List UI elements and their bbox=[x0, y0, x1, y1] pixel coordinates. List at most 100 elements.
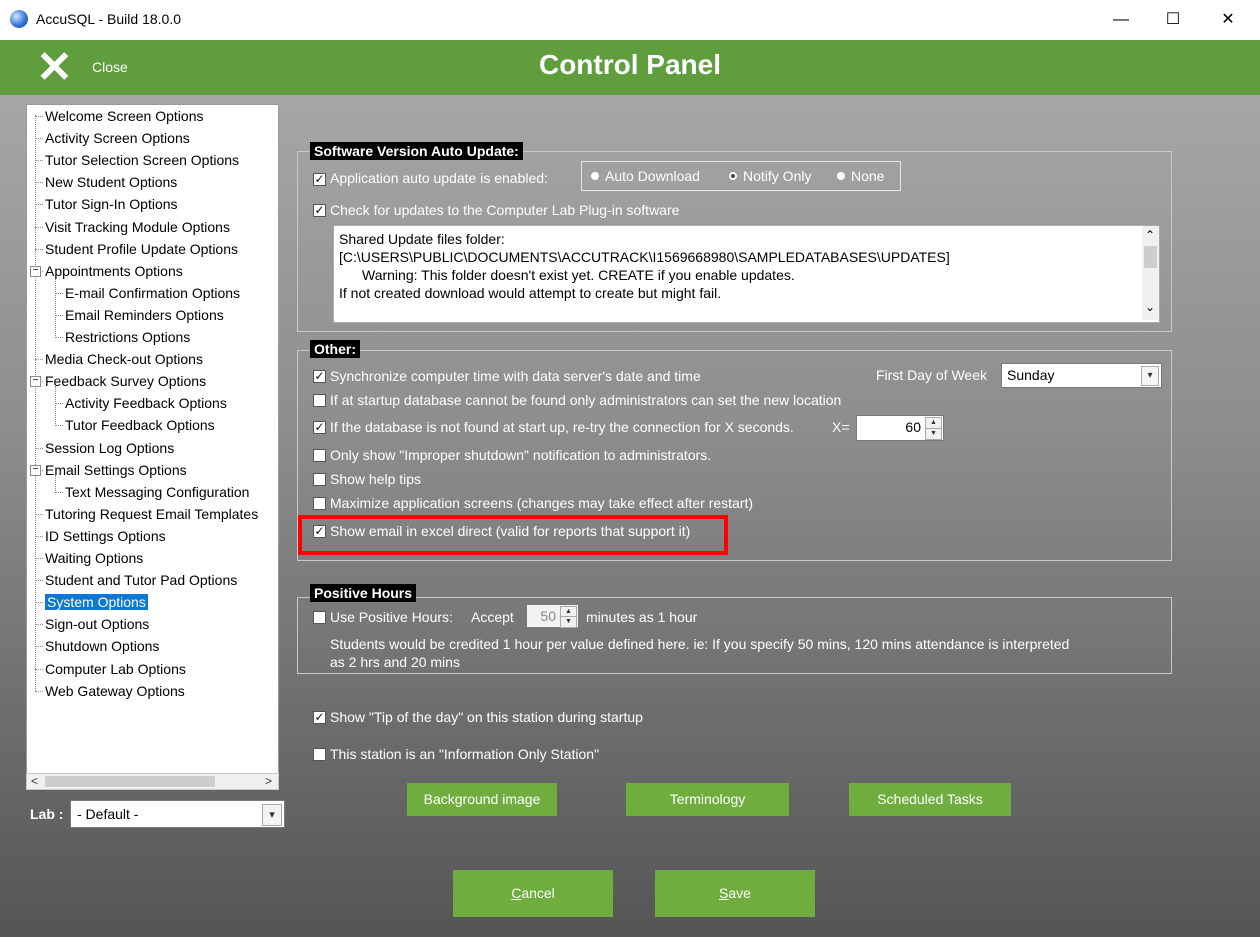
red-highlight-box bbox=[298, 515, 728, 555]
tree-item[interactable]: System Options bbox=[45, 592, 148, 612]
tree-item[interactable]: Tutoring Request Email Templates bbox=[45, 504, 258, 524]
notes-vertical-scrollbar[interactable]: ⌃ ⌄ bbox=[1142, 226, 1159, 320]
tree-item-label: Feedback Survey Options bbox=[45, 373, 207, 390]
tip-of-day-checkbox[interactable]: ✓ bbox=[313, 711, 326, 724]
tree-item[interactable]: Media Check-out Options bbox=[45, 349, 203, 369]
tree-item[interactable]: ID Settings Options bbox=[45, 526, 166, 546]
background-image-button[interactable]: Background image bbox=[407, 783, 557, 816]
maximize-button[interactable]: ☐ bbox=[1150, 0, 1196, 40]
positive-hours-desc: as 2 hrs and 20 mins bbox=[330, 654, 460, 670]
spin-down-icon[interactable]: ▼ bbox=[560, 616, 577, 628]
other-legend: Other: bbox=[310, 340, 360, 358]
window-titlebar: AccuSQL - Build 18.0.0 — ☐ ✕ bbox=[0, 0, 1260, 40]
use-positive-hours-checkbox[interactable] bbox=[313, 611, 326, 624]
tree-item[interactable]: Session Log Options bbox=[45, 438, 174, 458]
tree-connector bbox=[35, 115, 36, 691]
tree-item-label: ID Settings Options bbox=[45, 527, 166, 544]
tree-item-label: Student and Tutor Pad Options bbox=[45, 572, 238, 589]
maximize-screens-checkbox[interactable] bbox=[313, 497, 326, 510]
tree-item[interactable]: Visit Tracking Module Options bbox=[45, 217, 230, 237]
tree-item-label: Text Messaging Configuration bbox=[65, 483, 250, 500]
scroll-left-icon[interactable]: < bbox=[31, 774, 38, 789]
terminology-button[interactable]: Terminology bbox=[626, 783, 789, 816]
help-tips-label: Show help tips bbox=[330, 471, 422, 487]
tree-item-label: Welcome Screen Options bbox=[45, 108, 204, 124]
minimize-button[interactable]: — bbox=[1098, 0, 1144, 40]
admin-only-checkbox[interactable] bbox=[313, 394, 326, 407]
tree-connector bbox=[35, 690, 43, 692]
tree-item[interactable]: Activity Feedback Options bbox=[65, 393, 227, 413]
auto-update-checkbox[interactable]: ✓ bbox=[313, 173, 326, 186]
tree-item[interactable]: Computer Lab Options bbox=[45, 659, 186, 679]
scrollbar-thumb[interactable] bbox=[1144, 246, 1157, 268]
tree-item-label: Sign-out Options bbox=[45, 616, 150, 633]
app-icon bbox=[10, 10, 28, 28]
scroll-right-icon[interactable]: > bbox=[265, 774, 272, 789]
tree-item-label: Tutor Feedback Options bbox=[65, 417, 215, 434]
first-day-select[interactable]: Sunday ▾ bbox=[1001, 363, 1162, 388]
radio-selected-icon[interactable] bbox=[729, 172, 737, 180]
radio-dot-icon[interactable] bbox=[837, 172, 845, 180]
lab-select[interactable]: - Default - ▾ bbox=[70, 800, 285, 828]
cancel-button[interactable]: Cancel bbox=[453, 870, 613, 917]
cancel-label: ancel bbox=[521, 885, 555, 901]
improper-shutdown-checkbox[interactable] bbox=[313, 449, 326, 462]
radio-notify-only[interactable]: Notify Only bbox=[729, 168, 811, 184]
tree-item[interactable]: Shutdown Options bbox=[45, 636, 159, 656]
lab-select-value: - Default - bbox=[77, 806, 139, 822]
tree-item[interactable]: Feedback Survey Options bbox=[45, 371, 206, 391]
lab-plugin-update-checkbox[interactable]: ✓ bbox=[313, 204, 326, 217]
tree-item[interactable]: Appointments Options bbox=[45, 261, 183, 281]
scroll-up-icon[interactable]: ⌃ bbox=[1145, 228, 1155, 242]
tree-item[interactable]: Activity Screen Options bbox=[45, 128, 190, 148]
tree-item-label: Media Check-out Options bbox=[45, 351, 203, 368]
retry-connection-checkbox[interactable]: ✓ bbox=[313, 421, 326, 434]
tree-item-label: Visit Tracking Module Options bbox=[45, 218, 230, 235]
sync-time-checkbox[interactable]: ✓ bbox=[313, 370, 326, 383]
scrollbar-thumb[interactable] bbox=[45, 776, 215, 787]
window-close-button[interactable]: ✕ bbox=[1205, 0, 1251, 40]
chevron-down-icon[interactable]: ▾ bbox=[1141, 366, 1159, 386]
scroll-down-icon[interactable]: ⌄ bbox=[1145, 300, 1155, 314]
tree-item[interactable]: Web Gateway Options bbox=[45, 681, 185, 701]
tree-item[interactable]: Email Settings Options bbox=[45, 460, 187, 480]
tree-item-label: New Student Options bbox=[45, 174, 178, 191]
radio-label: None bbox=[851, 168, 885, 184]
tree-item[interactable]: Welcome Screen Options bbox=[45, 106, 203, 126]
tree-item[interactable]: Restrictions Options bbox=[65, 327, 190, 347]
accept-minutes-spinner[interactable]: 50 ▲ ▼ bbox=[526, 604, 579, 628]
tree-item[interactable]: Sign-out Options bbox=[45, 614, 149, 634]
chevron-down-icon[interactable]: ▾ bbox=[262, 804, 282, 826]
tree-item[interactable]: Student and Tutor Pad Options bbox=[45, 570, 237, 590]
tree-item[interactable]: Student Profile Update Options bbox=[45, 239, 238, 259]
tree-connector bbox=[55, 292, 63, 294]
tree-connector bbox=[35, 248, 43, 250]
save-button[interactable]: Save bbox=[655, 870, 815, 917]
radio-dot-icon[interactable] bbox=[591, 172, 599, 180]
scheduled-tasks-button[interactable]: Scheduled Tasks bbox=[849, 783, 1011, 816]
info-station-checkbox[interactable] bbox=[313, 748, 326, 761]
tree-item[interactable]: Email Reminders Options bbox=[65, 305, 224, 325]
radio-auto-download[interactable]: Auto Download bbox=[591, 168, 700, 184]
tree-connector bbox=[55, 337, 63, 338]
tree-item[interactable]: Text Messaging Configuration bbox=[65, 482, 249, 502]
tree-item[interactable]: New Student Options bbox=[45, 172, 177, 192]
tree-item[interactable]: Tutor Sign-In Options bbox=[45, 194, 178, 214]
tree-item[interactable]: Tutor Selection Screen Options bbox=[45, 150, 239, 170]
radio-none[interactable]: None bbox=[837, 168, 884, 184]
tree-item[interactable]: Tutor Feedback Options bbox=[65, 415, 215, 435]
collapse-icon[interactable]: − bbox=[30, 376, 41, 388]
tree-horizontal-scrollbar[interactable]: < > bbox=[26, 773, 279, 790]
collapse-icon[interactable]: − bbox=[30, 265, 41, 277]
update-notes-textbox[interactable]: Shared Update files folder: [C:\USERS\PU… bbox=[333, 225, 1160, 323]
help-tips-checkbox[interactable] bbox=[313, 473, 326, 486]
collapse-icon[interactable]: − bbox=[30, 464, 41, 476]
tree-item[interactable]: E-mail Confirmation Options bbox=[65, 283, 240, 303]
tree-item-label: Waiting Options bbox=[45, 550, 144, 566]
tree-connector bbox=[35, 513, 43, 515]
options-tree[interactable]: Welcome Screen Options Activity Screen Op… bbox=[26, 104, 279, 774]
tree-item[interactable]: Waiting Options bbox=[45, 548, 143, 568]
spin-down-icon[interactable]: ▼ bbox=[925, 428, 942, 440]
retry-seconds-spinner[interactable]: 60 ▲ ▼ bbox=[856, 415, 944, 441]
positive-hours-legend: Positive Hours bbox=[310, 584, 417, 602]
